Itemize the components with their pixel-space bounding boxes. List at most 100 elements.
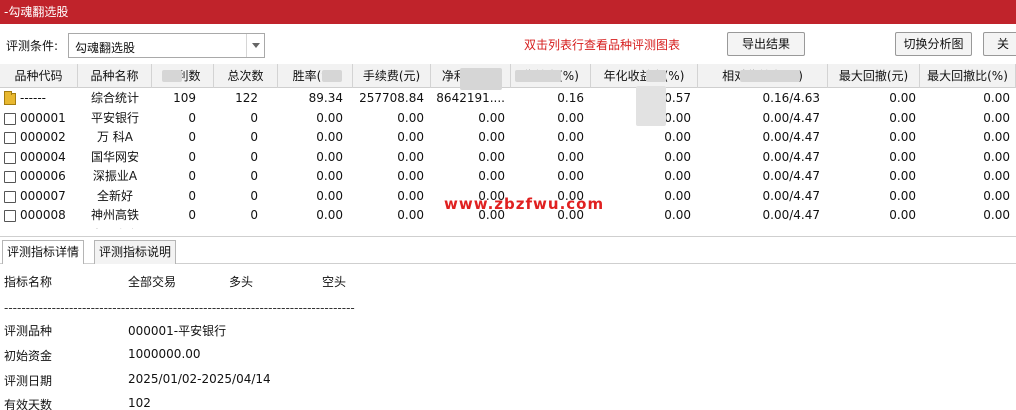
cell-code: 000001	[20, 110, 66, 125]
cell-fee: 0.00	[397, 130, 424, 144]
cell-net: 0.00	[478, 110, 505, 125]
cell-return: 0.16	[557, 91, 584, 105]
header-smudge	[162, 70, 182, 82]
cell-winrate: 0.00	[316, 208, 343, 222]
col-header-code[interactable]: 品种代码	[0, 64, 78, 88]
col-header-fee[interactable]: 手续费(元)	[353, 64, 431, 88]
cell-fee: 0.00	[397, 208, 424, 222]
cell-return: 0.00	[557, 130, 584, 144]
folder-icon	[4, 91, 16, 105]
table-row[interactable]: 000006 深振业A 0 0 0.00 0.00 0.00 0.00 0.00 0.00/4.4…	[0, 167, 1016, 187]
doc-icon	[4, 171, 16, 183]
close-button[interactable]: 关	[983, 32, 1016, 56]
cell-name: 全新好	[96, 188, 133, 203]
tab-indicator-details[interactable]: 评测指标详情	[2, 240, 85, 264]
cell-net: 0.00	[478, 169, 505, 183]
cell-return: 0.00	[557, 149, 584, 164]
cell-maxddp: 0.00	[983, 169, 1010, 183]
cell-relative: 0.00/4.47	[762, 208, 820, 222]
cell-name: 综合统计	[90, 91, 139, 105]
header-smudge	[646, 70, 666, 82]
cell-return: 0.00	[557, 169, 584, 183]
cell-name: 万 科A	[96, 130, 134, 144]
cell-maxdd: 0.00	[889, 130, 916, 144]
cell-maxddp: 0.00	[983, 130, 1010, 144]
cell-winrate: 0.00	[278, 226, 343, 230]
cell-return: 0.00	[511, 226, 584, 230]
table-row[interactable]: 000002 万 科A 0 0 0.00 0.00 0.00 0.00 0.00 0.00/4.4…	[0, 128, 1016, 148]
col-header-total[interactable]: 总次数	[214, 64, 278, 88]
cell-maxdd: 0.00	[889, 110, 916, 125]
cell-maxdd: 0.00	[889, 91, 916, 105]
detail-value: 1000000.00	[128, 347, 201, 361]
cell-maxdd: 0.00	[889, 169, 916, 183]
tab-indicator-description[interactable]: 评测指标说明	[94, 240, 177, 264]
cell-winrate: 0.00	[316, 188, 343, 203]
table-row[interactable]: 000004 国华网安 0 0 0.00 0.00 0.00 0.00 0.00 0.00/4.4…	[0, 148, 1016, 168]
cell-annual: 0.00	[664, 149, 691, 164]
cell-total: 0	[214, 226, 258, 230]
table-header: 品种代码 品种名称 盈利数 总次数 胜率(%) 手续费(元) 净利润(元) 收益…	[0, 64, 1016, 88]
detail-label: 评测日期	[4, 374, 53, 388]
cell-maxdd: 0.00	[889, 149, 916, 164]
cell-fee: 0.00	[397, 110, 424, 125]
header-smudge	[322, 70, 342, 82]
cell-code: 000004	[20, 149, 66, 164]
cell-wins: 0	[152, 226, 196, 230]
cell-annual: 0.00	[664, 208, 691, 222]
col-header-maxdd[interactable]: 最大回撤(元)	[828, 64, 920, 88]
cell-fee: 257708.84	[359, 91, 424, 105]
cell-fee: 0.00	[353, 226, 424, 230]
doc-icon	[4, 190, 16, 203]
table-row[interactable]: 000001 平安银行 0 0 0.00 0.00 0.00 0.00 0.00 0.00/4.4…	[0, 109, 1016, 129]
header-smudge	[740, 70, 800, 82]
detail-col-short: 空头	[322, 275, 347, 289]
doc-icon	[4, 112, 16, 125]
cell-annual: 0.00	[664, 188, 691, 203]
cell-total: 0	[250, 208, 258, 222]
cell-total: 0	[250, 130, 258, 144]
detail-col-long: 多头	[229, 275, 254, 289]
cell-wins: 0	[188, 188, 196, 203]
cell-code: 000007	[20, 188, 66, 203]
chevron-down-icon[interactable]	[246, 34, 264, 57]
cell-code: 000008	[20, 208, 66, 222]
cell-wins: 0	[188, 110, 196, 125]
detail-value: 2025/01/02-2025/04/14	[128, 372, 271, 386]
cell-net: 0.00	[478, 149, 505, 164]
cell-wins: 0	[188, 130, 196, 144]
col-header-name[interactable]: 品种名称	[78, 64, 152, 88]
cell-relative: 0.00/4.47	[762, 169, 820, 183]
col-header-annual[interactable]: 年化收益率(%)	[591, 64, 698, 88]
cell-wins: 0	[188, 149, 196, 164]
cell-annual: 0.00	[664, 130, 691, 144]
toolbar: 评测条件: 勾魂翻选股 双击列表行查看品种评测图表 导出结果 切换分析图 关	[0, 24, 1016, 64]
watermark-text: www.zbzfwu.com	[444, 195, 605, 213]
table-row[interactable]: ------ 综合统计 109 122 89.34 257708.84 8642191...…	[0, 89, 1016, 109]
doc-icon	[4, 151, 16, 164]
cell-maxddp: 0.00	[983, 91, 1010, 105]
export-button[interactable]: 导出结果	[727, 32, 805, 56]
cell-name: 平安银行	[90, 110, 139, 125]
detail-col-all: 全部交易	[128, 275, 177, 289]
detail-value: 102	[128, 396, 151, 410]
col-header-maxddp[interactable]: 最大回撤比(%)	[920, 64, 1016, 88]
cell-name: 深振业A	[92, 169, 138, 183]
doc-icon	[4, 132, 16, 144]
window-title-bar: -勾魂翻选股	[0, 0, 1016, 24]
detail-value: 000001-平安银行	[128, 324, 227, 338]
cell-net: 0.00	[431, 226, 505, 230]
condition-select[interactable]: 勾魂翻选股	[68, 33, 265, 58]
cell-total: 0	[250, 169, 258, 183]
cell-winrate: 89.34	[308, 91, 343, 105]
cell-total: 122	[235, 91, 258, 105]
switch-chart-button[interactable]: 切换分析图	[895, 32, 972, 56]
cell-net: 0.00	[478, 130, 505, 144]
cell-annual: 0.00	[591, 226, 691, 230]
cell-code: ------	[20, 91, 46, 105]
cell-maxddp: 0.00	[920, 226, 1010, 230]
cell-fee: 0.00	[397, 188, 424, 203]
detail-tabs: 评测指标详情 评测指标说明	[0, 236, 1016, 264]
table-row[interactable]: 000009中国宝安000.000.000.000.000.000.00/4.4…	[0, 226, 1016, 230]
detail-pane: 指标名称 全部交易 多头 空头 ------------------------…	[0, 264, 1016, 410]
